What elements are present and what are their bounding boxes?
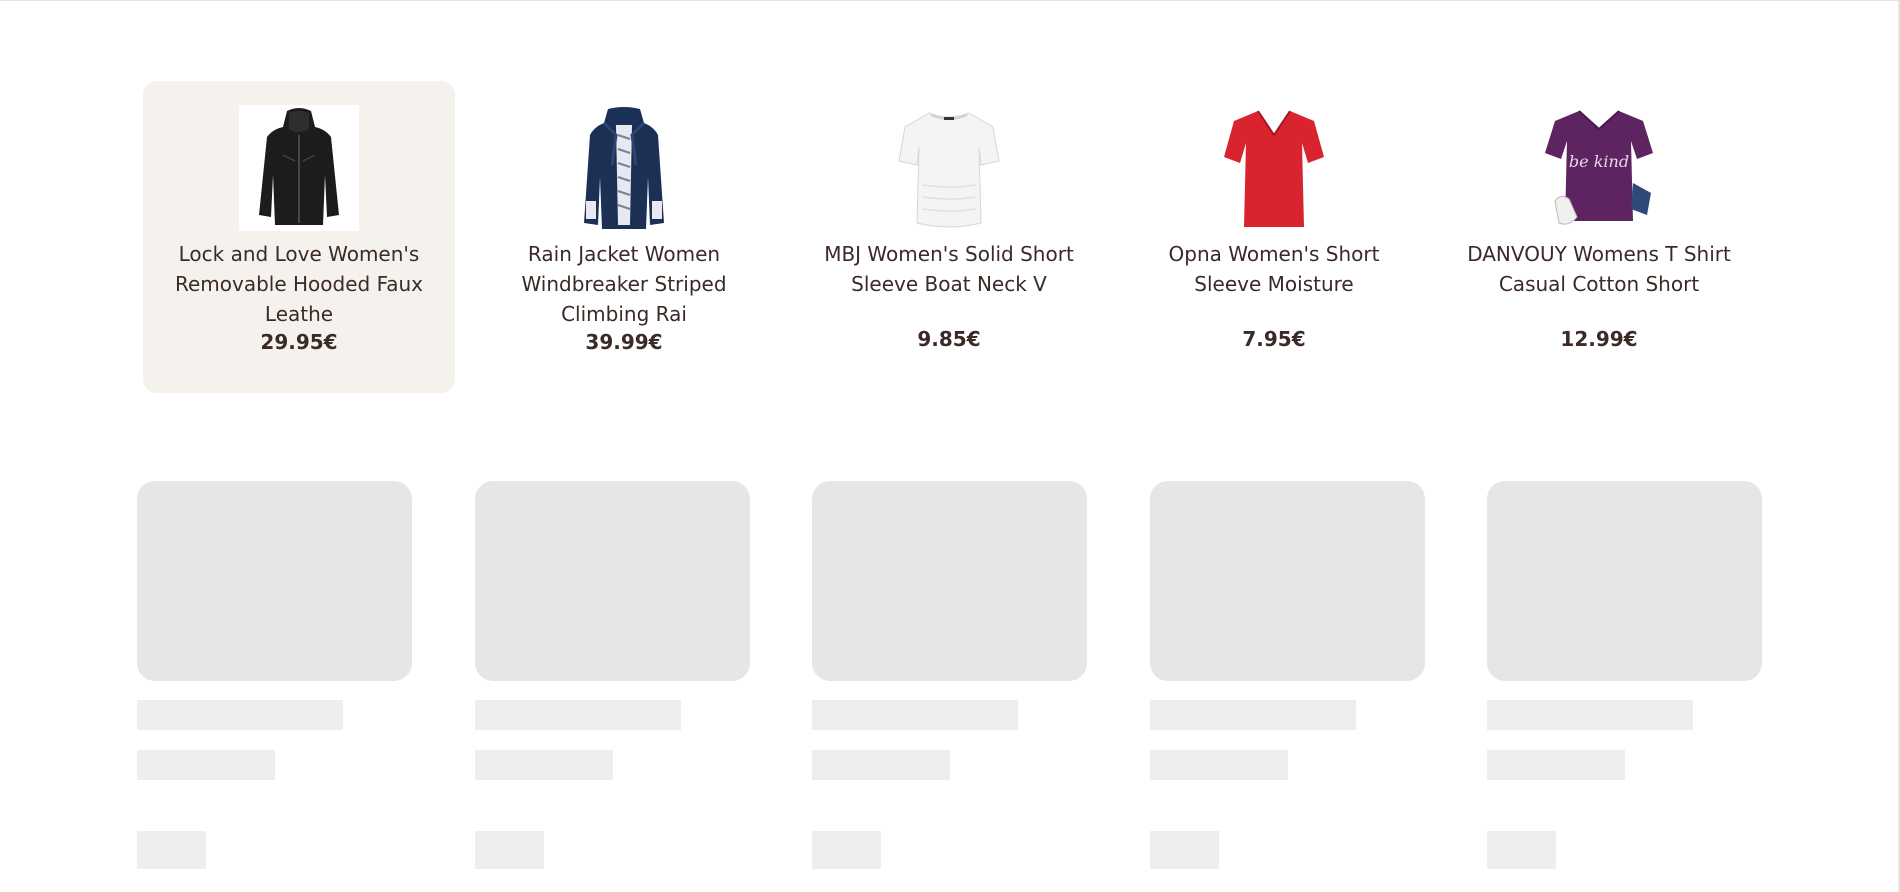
product-title[interactable]: Rain Jacket Women Windbreaker Striped Cl… [484,239,764,329]
skeleton-price-placeholder [137,831,206,869]
red-tshirt-icon [1224,110,1324,227]
skeleton-price-placeholder [812,831,881,869]
skeleton-card [1487,481,1762,871]
skeleton-card [1150,481,1425,871]
skeleton-subtitle-placeholder [137,750,275,780]
skeleton-title-placeholder [812,700,1018,730]
skeleton-image-placeholder [137,481,412,681]
skeleton-image-placeholder [812,481,1087,681]
product-title[interactable]: MBJ Women's Solid Short Sleeve Boat Neck… [809,239,1089,299]
skeleton-card [475,481,750,871]
skeleton-price-placeholder [1150,831,1219,869]
product-carousel: Lock and Love Women's Removable Hooded F… [143,81,1768,393]
skeleton-card [137,481,412,871]
white-top-icon [898,112,1000,228]
product-title[interactable]: Lock and Love Women's Removable Hooded F… [159,239,439,329]
product-card-1[interactable]: Lock and Love Women's Removable Hooded F… [143,81,455,393]
product-price: 9.85€ [917,327,981,351]
product-price: 7.95€ [1242,327,1306,351]
product-image-2[interactable] [564,105,684,231]
skeleton-title-placeholder [1487,700,1693,730]
skeleton-price-placeholder [1487,831,1556,869]
skeleton-subtitle-placeholder [1150,750,1288,780]
product-image-5[interactable]: be kind [1539,105,1659,231]
product-title[interactable]: DANVOUY Womens T Shirt Casual Cotton Sho… [1459,239,1739,299]
skeleton-title-placeholder [475,700,681,730]
skeleton-subtitle-placeholder [1487,750,1625,780]
product-price: 29.95€ [260,330,338,354]
skeleton-image-placeholder [1150,481,1425,681]
product-price: 39.99€ [585,330,663,354]
navy-jacket-icon [584,107,664,229]
skeleton-image-placeholder [475,481,750,681]
product-price: 12.99€ [1560,327,1638,351]
product-page: Lock and Love Women's Removable Hooded F… [0,0,1900,892]
skeleton-price-placeholder [475,831,544,869]
product-card-2[interactable]: Rain Jacket Women Windbreaker Striped Cl… [468,81,780,393]
skeleton-image-placeholder [1487,481,1762,681]
skeleton-title-placeholder [137,700,343,730]
loading-skeleton-grid [137,481,1762,871]
skeleton-subtitle-placeholder [475,750,613,780]
product-image-4[interactable] [1214,105,1334,231]
tshirt-graphic-text: be kind [1569,152,1629,171]
skeleton-subtitle-placeholder [812,750,950,780]
skeleton-card [812,481,1087,871]
product-card-3[interactable]: MBJ Women's Solid Short Sleeve Boat Neck… [793,81,1105,393]
product-image-1[interactable] [239,105,359,231]
product-title[interactable]: Opna Women's Short Sleeve Moisture [1134,239,1414,299]
product-card-5[interactable]: be kind DANVOUY Womens T Shirt Casual Co… [1443,81,1755,393]
skeleton-title-placeholder [1150,700,1356,730]
product-image-3[interactable] [889,105,1009,231]
product-card-4[interactable]: Opna Women's Short Sleeve Moisture 7.95€ [1118,81,1430,393]
black-jacket-icon [239,105,359,231]
purple-tshirt-icon: be kind [1545,110,1653,225]
